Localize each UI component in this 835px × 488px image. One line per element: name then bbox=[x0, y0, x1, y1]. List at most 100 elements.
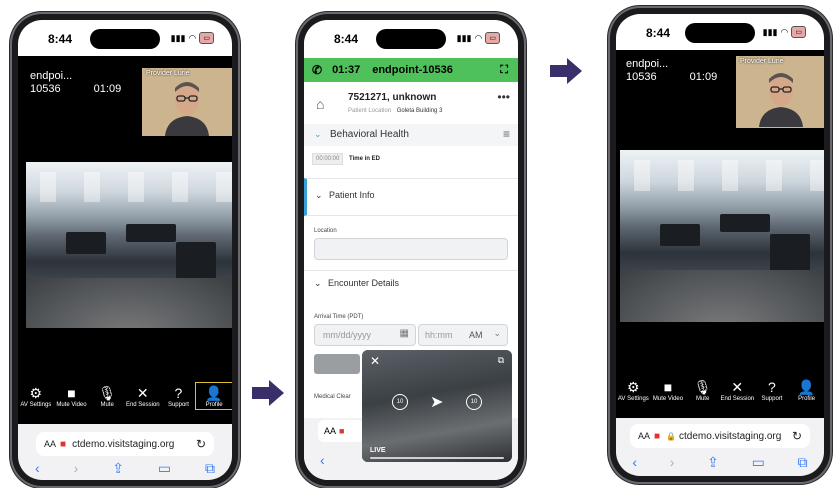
reader-aa-button[interactable]: AA bbox=[638, 431, 650, 441]
signal-icon: ▮▮▮ bbox=[456, 32, 472, 43]
camera-active-icon: ■ bbox=[339, 426, 345, 436]
back-icon[interactable]: ‹ bbox=[35, 460, 40, 477]
toolbar-label: Support bbox=[167, 402, 189, 408]
endpoint-id-row: 10536 01:09 bbox=[30, 83, 121, 96]
screen-right: 8:44 ▮▮▮ ◠ ▭ endpoi... 10536 01:09 Provi… bbox=[616, 14, 824, 476]
endpoint-name: endpoi... bbox=[30, 70, 73, 82]
menu-icon[interactable]: ≡ bbox=[503, 127, 510, 141]
chevron-down-icon: ⌄ bbox=[314, 129, 322, 139]
av-settings-button[interactable]: ⚙ AV Settings bbox=[616, 378, 650, 402]
mute-video-button[interactable]: ■ Mute Video bbox=[54, 384, 88, 408]
support-button[interactable]: ? Support bbox=[161, 384, 195, 408]
forward-icon[interactable]: › bbox=[670, 454, 675, 471]
chevron-down-icon: ⌄ bbox=[493, 328, 501, 338]
ed-timer: 00:00:00 bbox=[312, 153, 344, 165]
reader-aa-button[interactable]: AA bbox=[44, 439, 56, 449]
behavioral-health-section[interactable]: ⌄ Behavioral Health ≡ bbox=[304, 124, 518, 146]
endpoint-id: 10536 bbox=[30, 83, 61, 95]
bookmarks-icon[interactable]: ▭ bbox=[752, 454, 765, 471]
camera-active-icon: ■ bbox=[654, 430, 661, 442]
video-camera-icon: ■ bbox=[67, 385, 76, 401]
reload-icon[interactable]: ↻ bbox=[792, 429, 802, 443]
video-floor bbox=[26, 278, 232, 328]
phone-right: 8:44 ▮▮▮ ◠ ▭ endpoi... 10536 01:09 Provi… bbox=[610, 8, 830, 482]
status-icons: ▮▮▮ ◠ ▭ bbox=[763, 26, 806, 38]
support-button[interactable]: ? Support bbox=[755, 378, 789, 402]
gray-button[interactable] bbox=[314, 354, 360, 374]
play-icon[interactable]: ➤ bbox=[430, 392, 443, 412]
home-icon[interactable]: ⌂ bbox=[316, 96, 324, 112]
reload-icon[interactable]: ↻ bbox=[196, 437, 206, 451]
forward-icon[interactable]: › bbox=[74, 460, 79, 477]
tabs-icon[interactable]: ⧉ bbox=[205, 460, 215, 477]
arrival-date-input[interactable]: mm/dd/yyyy ▦ bbox=[314, 324, 416, 346]
ceiling-lights bbox=[26, 171, 232, 202]
battery-icon: ▭ bbox=[791, 26, 806, 38]
ceiling-lights bbox=[620, 160, 824, 192]
url-bar[interactable]: AA ■ ctdemo.visitstaging.org ↻ bbox=[36, 432, 214, 456]
encounter-details-section[interactable]: ⌄ Encounter Details bbox=[304, 270, 518, 295]
time-in-ed-row: 00:00:00 Time in ED bbox=[312, 153, 380, 165]
endpoint-name: endpoint-10536 bbox=[372, 64, 453, 76]
more-icon[interactable]: ••• bbox=[497, 90, 510, 104]
status-time: 8:44 bbox=[646, 26, 671, 40]
location-label: Location bbox=[314, 228, 337, 234]
share-icon[interactable]: ⇪ bbox=[707, 454, 719, 471]
av-settings-button[interactable]: ⚙ AV Settings bbox=[19, 384, 53, 408]
toolbar-label: End Session bbox=[125, 402, 160, 408]
profile-button[interactable]: 👤 Profile bbox=[195, 382, 232, 410]
expand-icon[interactable]: ⛶ bbox=[500, 64, 508, 77]
screen-middle: 8:44 ▮▮▮ ◠ ▭ ✆ 01:37 endpoint-10536 ⛶ ⌂ … bbox=[304, 20, 518, 480]
tabs-icon[interactable]: ⧉ bbox=[798, 454, 808, 471]
url-bar-partial[interactable]: AA ■ bbox=[318, 420, 364, 442]
share-icon[interactable]: ⇪ bbox=[112, 460, 124, 477]
url-bar[interactable]: AA ■ 🔒 ctdemo.visitstaging.org ↻ bbox=[630, 424, 810, 448]
active-call-bar[interactable]: ✆ 01:37 endpoint-10536 ⛶ bbox=[304, 58, 518, 82]
endpoint-info: endpoi... 10536 01:09 bbox=[626, 58, 717, 84]
end-session-button[interactable]: ✕ End Session bbox=[720, 378, 754, 402]
dynamic-island bbox=[90, 29, 160, 49]
date-placeholder: mm/dd/yyyy bbox=[323, 330, 372, 340]
reader-aa-button[interactable]: AA bbox=[324, 426, 336, 436]
help-icon: ? bbox=[768, 379, 776, 395]
provider-video-tile[interactable]: Provider Lurie bbox=[736, 56, 824, 128]
location-input[interactable] bbox=[314, 238, 508, 260]
mute-button[interactable]: 🎙 Mute bbox=[90, 384, 124, 408]
back-icon[interactable]: ‹ bbox=[320, 452, 325, 468]
picture-in-picture-video[interactable]: ✕ ⧉ 10 ➤ 10 LIVE bbox=[362, 350, 512, 462]
flow-arrow-1 bbox=[252, 380, 284, 406]
toolbar-label: Mute bbox=[695, 396, 710, 402]
toolbar-label: AV Settings bbox=[20, 402, 52, 408]
call-timer: 01:09 bbox=[93, 83, 122, 95]
screen-left: 8:44 ▮▮▮ ◠ ▭ endpoi... 10536 01:09 Provi… bbox=[18, 20, 232, 480]
live-badge: LIVE bbox=[370, 447, 386, 454]
mute-video-button[interactable]: ■ Mute Video bbox=[651, 378, 685, 402]
endpoint-name: endpoi... bbox=[626, 58, 669, 70]
skip-forward-icon[interactable]: 10 bbox=[466, 394, 482, 410]
calendar-icon[interactable]: ▦ bbox=[400, 328, 409, 339]
close-icon[interactable]: ✕ bbox=[370, 354, 380, 368]
profile-button[interactable]: 👤 Profile bbox=[790, 378, 824, 402]
desk-shape bbox=[660, 224, 700, 246]
lock-icon: 🔒 bbox=[666, 431, 677, 441]
provider-label: Provider Lurie bbox=[146, 70, 190, 77]
url-text: ctdemo.visitstaging.org bbox=[72, 438, 175, 450]
desk-shape bbox=[720, 214, 770, 232]
patient-info-section[interactable]: ⌄ Patient Info bbox=[304, 178, 518, 216]
ampm-select[interactable]: AM bbox=[469, 330, 483, 340]
pip-restore-icon[interactable]: ⧉ bbox=[498, 355, 504, 366]
desk-shape bbox=[66, 232, 106, 254]
end-session-button[interactable]: ✕ End Session bbox=[126, 384, 160, 408]
section-title: Behavioral Health bbox=[330, 129, 409, 140]
help-icon: ? bbox=[174, 385, 183, 401]
status-time: 8:44 bbox=[334, 32, 359, 46]
back-icon[interactable]: ‹ bbox=[632, 454, 637, 471]
time-placeholder: hh:mm bbox=[425, 330, 453, 340]
skip-back-icon[interactable]: 10 bbox=[392, 394, 408, 410]
pip-progress-bar bbox=[370, 457, 504, 459]
mute-button[interactable]: 🎙 Mute bbox=[686, 378, 720, 402]
safari-bottom-nav: ‹ › ⇪ ▭ ⧉ bbox=[18, 460, 232, 477]
arrival-time-input[interactable]: hh:mm AM ⌄ bbox=[418, 324, 508, 346]
provider-video-tile[interactable]: Provider Lurie bbox=[142, 68, 232, 136]
bookmarks-icon[interactable]: ▭ bbox=[158, 460, 171, 477]
